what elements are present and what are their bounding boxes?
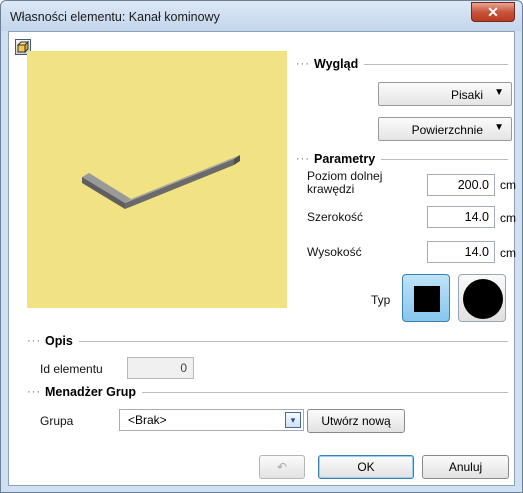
pens-dropdown[interactable]: Pisaki ▼ bbox=[378, 82, 512, 106]
cancel-button[interactable]: Anuluj bbox=[422, 455, 509, 479]
chevron-down-icon: ▼ bbox=[494, 122, 504, 133]
bottom-edge-input[interactable]: 200.0 bbox=[427, 174, 495, 196]
close-button[interactable]: ✕ bbox=[471, 2, 515, 22]
undo-button[interactable]: ↶ bbox=[259, 455, 305, 479]
height-unit: cm bbox=[500, 246, 516, 260]
type-label: Typ bbox=[371, 293, 391, 307]
chevron-down-icon: ▼ bbox=[494, 87, 504, 98]
ok-button[interactable]: OK bbox=[318, 455, 414, 479]
width-label: Szerokość bbox=[307, 210, 364, 224]
circle-icon bbox=[463, 279, 503, 319]
parameters-header: Parametry bbox=[314, 152, 376, 166]
bottom-edge-label: Poziom dolnej krawędzi bbox=[307, 169, 383, 196]
group-manager-section-header: ··· Menadżer Grup bbox=[27, 385, 508, 399]
type-circle-button[interactable] bbox=[458, 274, 506, 322]
group-label: Grupa bbox=[40, 414, 74, 428]
group-manager-header: Menadżer Grup bbox=[45, 385, 136, 399]
description-section-header: ··· Opis bbox=[27, 334, 508, 348]
group-select[interactable]: <Brak> ▾ bbox=[119, 409, 304, 431]
dialog-body: ··· Wygląd Pisaki ▼ Powierzchnie ▼ ··· P… bbox=[8, 31, 516, 486]
group-value: <Brak> bbox=[128, 413, 167, 427]
appearance-header: Wygląd bbox=[314, 57, 359, 71]
element-id-field: 0 bbox=[127, 357, 194, 379]
surfaces-label: Powierzchnie bbox=[411, 123, 483, 137]
width-input[interactable]: 14.0 bbox=[427, 206, 495, 228]
create-group-button[interactable]: Utwórz nową bbox=[307, 409, 405, 433]
list-picker-icon[interactable]: ▾ bbox=[285, 412, 301, 428]
type-square-button[interactable] bbox=[402, 274, 450, 322]
appearance-section-header: ··· Wygląd bbox=[296, 57, 508, 71]
chimney-channel-model bbox=[82, 155, 240, 209]
title-bar[interactable]: Własności elementu: Kanał kominowy ✕ bbox=[1, 1, 522, 31]
pens-label: Pisaki bbox=[450, 88, 483, 102]
description-header: Opis bbox=[45, 334, 73, 348]
window-title: Własności elementu: Kanał kominowy bbox=[10, 10, 220, 24]
element-preview[interactable] bbox=[27, 51, 287, 308]
width-unit: cm bbox=[500, 211, 516, 225]
parameters-section-header: ··· Parametry bbox=[296, 152, 508, 166]
height-label: Wysokość bbox=[307, 245, 362, 259]
element-id-label: Id elementu bbox=[40, 362, 103, 376]
bottom-edge-unit: cm bbox=[500, 178, 516, 192]
dialog-window: Własności elementu: Kanał kominowy ✕ ···… bbox=[0, 0, 523, 493]
height-input[interactable]: 14.0 bbox=[427, 241, 495, 263]
undo-icon: ↶ bbox=[276, 460, 288, 474]
square-icon bbox=[414, 286, 440, 312]
surfaces-dropdown[interactable]: Powierzchnie ▼ bbox=[378, 117, 512, 141]
